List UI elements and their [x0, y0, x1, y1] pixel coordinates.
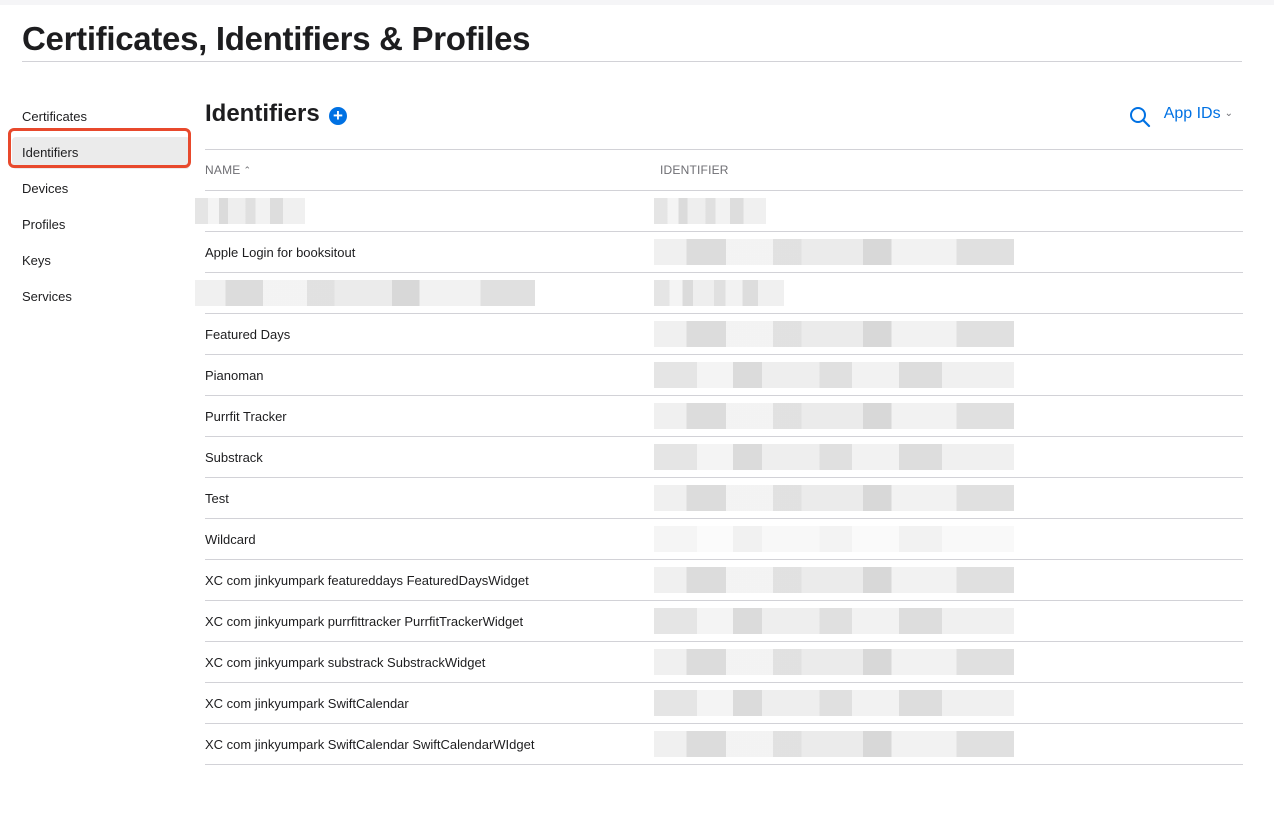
sidebar-item-label: Certificates — [22, 109, 88, 124]
table-row[interactable]: Purrfit Tracker — [205, 395, 1243, 437]
table-row[interactable]: Test — [205, 477, 1243, 519]
table-row[interactable] — [195, 190, 1243, 232]
redacted-identifier — [654, 403, 1014, 429]
redacted-identifier — [654, 567, 1014, 593]
table-row[interactable]: Apple Login for booksitout — [205, 231, 1243, 273]
table-row[interactable]: XC com jinkyumpark purrfittracker Purrfi… — [205, 600, 1243, 642]
sidebar-item-certificates[interactable]: Certificates — [8, 99, 194, 135]
row-identifier — [654, 313, 1243, 355]
table-header-row: NAME ⌃ IDENTIFIER — [205, 149, 1243, 191]
sort-ascending-icon: ⌃ — [243, 165, 252, 175]
title-divider — [22, 61, 1242, 62]
name-column-header[interactable]: NAME ⌃ — [205, 149, 660, 191]
main-content: Identifiers + App IDs ⌄ NAME ⌃ IDENTIFIER … — [195, 90, 1243, 765]
row-name: Purrfit Tracker — [205, 395, 660, 437]
redacted-identifier — [654, 526, 1014, 552]
row-identifier — [654, 518, 1243, 560]
sidebar-item-label: Services — [22, 289, 72, 304]
identifier-column-label: IDENTIFIER — [660, 163, 729, 177]
search-icon[interactable] — [1129, 106, 1151, 128]
redacted-identifier — [654, 608, 1014, 634]
plus-circle-icon[interactable]: + — [329, 107, 347, 125]
row-identifier — [654, 272, 1243, 314]
row-identifier — [654, 354, 1243, 396]
table-row[interactable]: XC com jinkyumpark featureddays Featured… — [205, 559, 1243, 601]
row-name: Pianoman — [205, 354, 660, 396]
table-row[interactable]: Substrack — [205, 436, 1243, 478]
sidebar-item-identifiers[interactable]: Identifiers — [8, 135, 194, 171]
row-identifier — [654, 477, 1243, 519]
redacted-identifier — [654, 690, 1014, 716]
row-identifier — [654, 559, 1243, 601]
row-name: Substrack — [205, 436, 660, 478]
redacted-identifier — [654, 731, 1014, 757]
sidebar-item-devices[interactable]: Devices — [8, 171, 194, 207]
top-band — [0, 0, 1274, 5]
section-header: Identifiers + App IDs ⌄ — [205, 90, 1243, 148]
redacted-name — [195, 198, 305, 224]
sidebar-item-label: Keys — [22, 253, 51, 268]
redacted-identifier — [654, 485, 1014, 511]
redacted-name — [195, 280, 535, 306]
table-row[interactable]: XC com jinkyumpark substrack SubstrackWi… — [205, 641, 1243, 683]
table-row[interactable] — [195, 272, 1243, 314]
row-name: XC com jinkyumpark purrfittracker Purrfi… — [205, 600, 660, 642]
row-name: Test — [205, 477, 660, 519]
redacted-identifier — [654, 649, 1014, 675]
redacted-identifier — [654, 362, 1014, 388]
app-ids-filter-select[interactable]: App IDs ⌄ — [1164, 105, 1233, 123]
row-identifier — [654, 723, 1243, 765]
table-row[interactable]: Pianoman — [205, 354, 1243, 396]
table-row[interactable]: Wildcard — [205, 518, 1243, 560]
row-identifier — [654, 190, 1243, 232]
row-name: XC com jinkyumpark SwiftCalendar SwiftCa… — [205, 723, 660, 765]
sidebar-item-label: Identifiers — [22, 145, 79, 160]
row-name — [195, 190, 660, 232]
name-column-label: NAME — [205, 163, 241, 177]
row-name: XC com jinkyumpark SwiftCalendar — [205, 682, 660, 724]
sidebar-item-label: Profiles — [22, 217, 66, 232]
table-row[interactable]: XC com jinkyumpark SwiftCalendar SwiftCa… — [205, 723, 1243, 765]
redacted-identifier — [654, 444, 1014, 470]
sidebar-item-label: Devices — [22, 181, 69, 196]
redacted-identifier — [654, 239, 1014, 265]
row-name — [195, 272, 660, 314]
sidebar-item-keys[interactable]: Keys — [8, 243, 194, 279]
page-title: Certificates, Identifiers & Profiles — [22, 20, 531, 57]
row-name: Apple Login for booksitout — [205, 231, 660, 273]
filter-label: App IDs — [1163, 105, 1221, 122]
row-identifier — [654, 600, 1243, 642]
identifier-column-header[interactable]: IDENTIFIER — [660, 149, 1243, 191]
identifiers-table: NAME ⌃ IDENTIFIER Apple Login for booksit… — [195, 149, 1243, 765]
redacted-identifier — [654, 321, 1014, 347]
row-identifier — [654, 641, 1243, 683]
row-identifier — [654, 682, 1243, 724]
sidebar-item-profiles[interactable]: Profiles — [8, 207, 194, 243]
redacted-identifier — [654, 280, 784, 306]
table-row[interactable]: XC com jinkyumpark SwiftCalendar — [205, 682, 1243, 724]
row-name: XC com jinkyumpark substrack SubstrackWi… — [205, 641, 660, 683]
sidebar: Certificates Identifiers Devices Profile… — [8, 99, 194, 315]
table-row[interactable]: Featured Days — [205, 313, 1243, 355]
row-identifier — [654, 231, 1243, 273]
redacted-identifier — [654, 198, 766, 224]
row-name: Wildcard — [205, 518, 660, 560]
row-identifier — [654, 395, 1243, 437]
row-identifier — [654, 436, 1243, 478]
sidebar-item-services[interactable]: Services — [8, 279, 194, 315]
row-name: XC com jinkyumpark featureddays Featured… — [205, 559, 660, 601]
row-name: Featured Days — [205, 313, 660, 355]
chevron-down-icon: ⌄ — [1224, 108, 1233, 119]
section-title: Identifiers — [205, 100, 320, 127]
